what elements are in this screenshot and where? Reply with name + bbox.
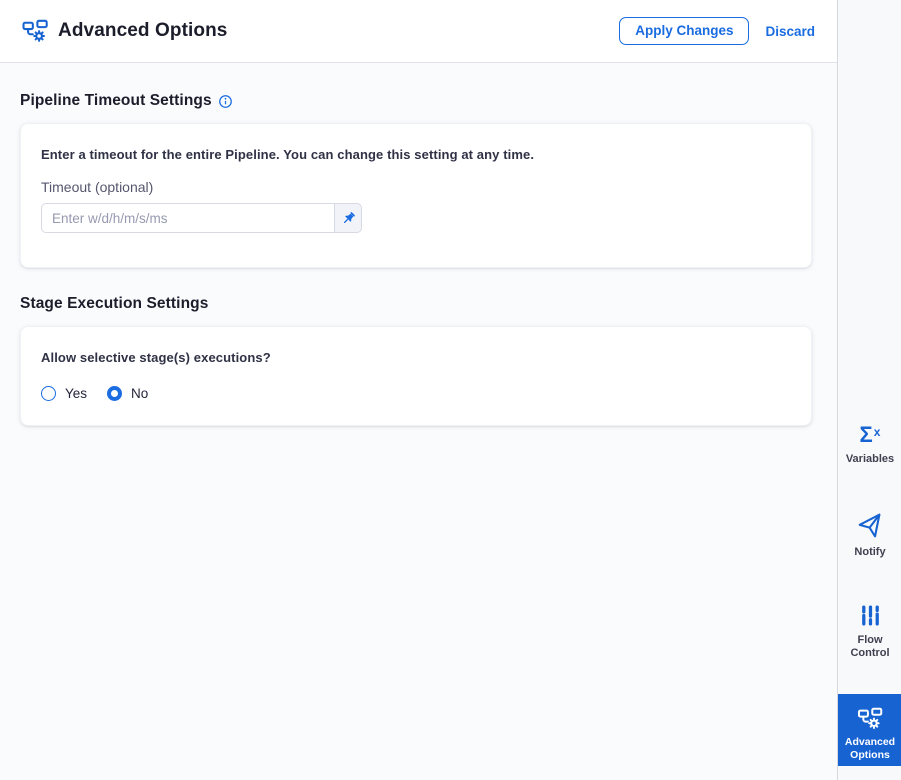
radio-option-no[interactable]: No — [107, 386, 148, 401]
stage-execution-question: Allow selective stage(s) executions? — [41, 350, 271, 365]
sidebar-item-variables[interactable]: Σx Variables — [838, 420, 901, 466]
pipeline-gear-icon — [20, 17, 50, 45]
input-type-pin-button[interactable] — [334, 203, 362, 233]
radio-no-label: No — [131, 386, 149, 401]
pin-icon — [341, 211, 356, 226]
info-icon[interactable] — [218, 94, 233, 109]
sidebar-item-flow-control[interactable]: Flow Control — [838, 601, 901, 660]
sidebar-item-label: Flow Control — [850, 634, 890, 660]
stage-execution-heading-row: Stage Execution Settings — [20, 295, 812, 313]
advanced-options-panel: Advanced Options Apply Changes Discard P… — [0, 0, 837, 780]
timeout-description: Enter a timeout for the entire Pipeline.… — [41, 147, 535, 162]
sidebar-item-label: Advanced Options — [844, 736, 896, 761]
selective-stage-radio-group: Yes No — [41, 386, 791, 401]
stage-execution-card: Allow selective stage(s) executions? Yes… — [20, 326, 812, 426]
sidebar-item-advanced-options[interactable]: Advanced Options — [838, 694, 901, 766]
page-title: Advanced Options — [58, 20, 228, 41]
panel-content: Pipeline Timeout Settings Enter a timeou… — [0, 63, 837, 426]
sigma-x-icon: Σx — [859, 422, 881, 447]
pipeline-timeout-heading-row: Pipeline Timeout Settings — [20, 92, 812, 110]
apply-changes-button[interactable]: Apply Changes — [619, 16, 750, 46]
timeout-label: Timeout (optional) — [41, 179, 154, 195]
radio-no[interactable] — [107, 386, 123, 401]
timeout-input[interactable] — [41, 203, 334, 233]
panel-header: Advanced Options Apply Changes Discard — [0, 0, 837, 63]
radio-yes[interactable] — [41, 386, 56, 401]
discard-link[interactable]: Discard — [765, 24, 815, 39]
sidebar-item-notify[interactable]: Notify — [838, 513, 901, 559]
pipeline-gear-icon — [838, 705, 901, 731]
header-actions: Apply Changes Discard — [619, 16, 815, 46]
sidebar-item-label: Variables — [845, 453, 895, 465]
section-heading-pipeline-timeout: Pipeline Timeout Settings — [20, 92, 212, 109]
paper-plane-icon — [838, 513, 901, 539]
radio-yes-label: Yes — [65, 386, 88, 401]
section-heading-stage-execution: Stage Execution Settings — [20, 295, 209, 312]
radio-option-yes[interactable]: Yes — [41, 386, 87, 401]
right-sidebar: Σx Variables Notify Flow Control Advance… — [837, 0, 901, 780]
pipeline-timeout-card: Enter a timeout for the entire Pipeline.… — [20, 123, 812, 268]
sidebar-item-label: Notify — [854, 546, 886, 558]
sliders-icon — [838, 601, 901, 627]
timeout-input-group — [41, 203, 362, 233]
